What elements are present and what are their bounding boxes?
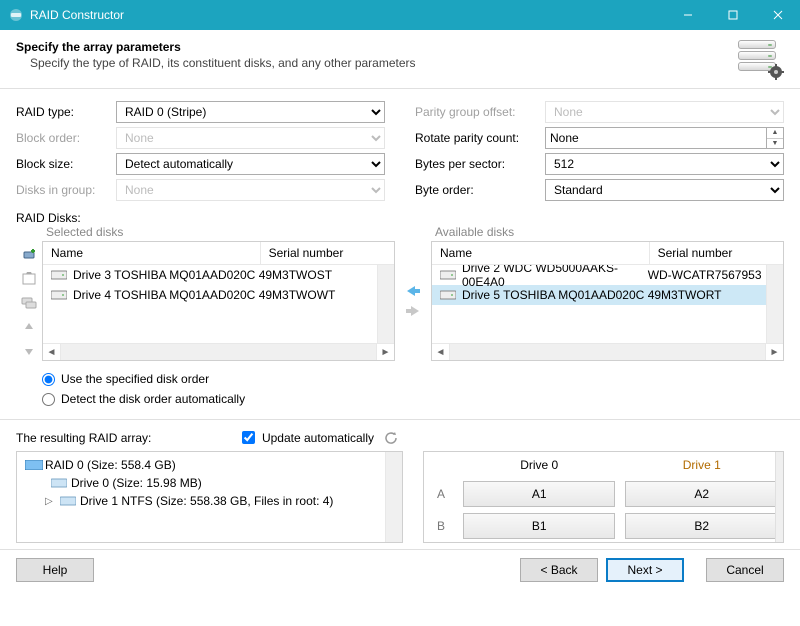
map-cell[interactable]: B2 [625, 513, 778, 539]
page-subtitle: Specify the type of RAID, its constituen… [30, 56, 738, 70]
disk-icon [51, 270, 67, 280]
move-down-button[interactable] [19, 341, 39, 361]
rotate-parity-spinner[interactable]: ▲▼ [767, 127, 784, 149]
parity-offset-label: Parity group offset: [415, 105, 545, 119]
result-tree[interactable]: RAID 0 (Size: 558.4 GB) Drive 0 (Size: 1… [16, 451, 403, 543]
back-button[interactable]: < Back [520, 558, 598, 582]
available-row[interactable]: Drive 2 WDC WD5000AAKS-00E4A0 WD-WCATR75… [432, 265, 783, 285]
page-title: Specify the array parameters [16, 40, 738, 54]
available-hscroll[interactable]: ◄► [432, 343, 783, 360]
maximize-button[interactable] [710, 0, 755, 30]
available-vscroll[interactable] [766, 265, 783, 343]
selected-disks-list[interactable]: Name Serial number Drive 3 TOSHIBA MQ01A… [42, 241, 395, 361]
close-button[interactable] [755, 0, 800, 30]
available-header-name[interactable]: Name [432, 242, 650, 264]
block-order-select: None [116, 127, 385, 149]
byte-order-select[interactable]: Standard [545, 179, 784, 201]
move-left-button[interactable] [403, 284, 423, 298]
remove-disk-button[interactable] [19, 269, 39, 289]
map-cell[interactable]: B1 [463, 513, 616, 539]
block-order-row: Block order: None [16, 125, 385, 151]
block-size-select[interactable]: Detect automatically [116, 153, 385, 175]
wizard-header: Specify the array parameters Specify the… [0, 30, 800, 89]
map-vscroll[interactable] [775, 452, 783, 542]
cancel-button[interactable]: Cancel [706, 558, 784, 582]
block-order-label: Block order: [16, 131, 116, 145]
selected-disks-label: Selected disks [46, 225, 395, 239]
help-button[interactable]: Help [16, 558, 94, 582]
rotate-parity-row: Rotate parity count: ▲▼ [415, 125, 784, 151]
header-image [738, 40, 780, 78]
app-icon [8, 7, 24, 23]
titlebar: RAID Constructor [0, 0, 800, 30]
map-cell[interactable]: A1 [463, 481, 616, 507]
raid-type-label: RAID type: [16, 105, 116, 119]
selected-disks-toolbar [16, 241, 42, 361]
next-button[interactable]: Next > [606, 558, 684, 582]
rotate-parity-label: Rotate parity count: [415, 131, 545, 145]
disk-icon [440, 270, 456, 280]
expand-caret[interactable]: ▷ [45, 496, 56, 507]
update-auto-checkbox[interactable]: Update automatically [238, 428, 374, 447]
disk-icon [51, 290, 67, 300]
block-size-label: Block size: [16, 157, 116, 171]
byte-order-label: Byte order: [415, 183, 545, 197]
refresh-button[interactable] [382, 429, 400, 447]
raid-type-row: RAID type: RAID 0 (Stripe) [16, 99, 385, 125]
disk-icon [440, 290, 456, 300]
block-size-row: Block size: Detect automatically [16, 151, 385, 177]
use-specified-order-radio[interactable]: Use the specified disk order [42, 369, 784, 389]
map-header-drive0: Drive 0 [458, 452, 621, 478]
disks-in-group-select: None [116, 179, 385, 201]
disks-in-group-label: Disks in group: [16, 183, 116, 197]
move-up-button[interactable] [19, 317, 39, 337]
available-disks-label: Available disks [435, 225, 784, 239]
raid-type-select[interactable]: RAID 0 (Stripe) [116, 101, 385, 123]
detect-order-radio[interactable]: Detect the disk order automatically [42, 389, 784, 409]
selected-vscroll[interactable] [377, 265, 394, 343]
wizard-footer: Help < Back Next > Cancel [0, 549, 800, 590]
copy-disk-button[interactable] [19, 293, 39, 313]
byte-order-row: Byte order: Standard [415, 177, 784, 203]
tree-vscroll[interactable] [385, 452, 402, 542]
selected-hscroll[interactable]: ◄► [43, 343, 394, 360]
selected-header-serial[interactable]: Serial number [261, 242, 394, 264]
result-map: Drive 0Drive 1 AA1A2 BB1B2 [423, 451, 784, 543]
selected-row[interactable]: Drive 3 TOSHIBA MQ01AAD020C 49M3TWOST [43, 265, 394, 285]
available-row[interactable]: Drive 5 TOSHIBA MQ01AAD020C 49M3TWORT [432, 285, 783, 305]
add-disk-button[interactable] [19, 245, 39, 265]
window-title: RAID Constructor [30, 8, 665, 22]
bytes-per-sector-label: Bytes per sector: [415, 157, 545, 171]
bytes-per-sector-row: Bytes per sector: 512 [415, 151, 784, 177]
selected-row[interactable]: Drive 4 TOSHIBA MQ01AAD020C 49M3TWOWT [43, 285, 394, 305]
rotate-parity-input[interactable] [545, 127, 767, 149]
map-cell[interactable]: A2 [625, 481, 778, 507]
minimize-button[interactable] [665, 0, 710, 30]
parity-offset-row: Parity group offset: None [415, 99, 784, 125]
selected-header-name[interactable]: Name [43, 242, 261, 264]
available-header-serial[interactable]: Serial number [650, 242, 783, 264]
map-header-drive1: Drive 1 [620, 452, 783, 478]
parity-offset-select: None [545, 101, 784, 123]
raid-disks-label: RAID Disks: [16, 211, 784, 225]
resulting-array-label: The resulting RAID array: [16, 431, 151, 445]
bytes-per-sector-select[interactable]: 512 [545, 153, 784, 175]
available-disks-list[interactable]: Name Serial number Drive 2 WDC WD5000AAK… [431, 241, 784, 361]
move-right-button[interactable] [403, 304, 423, 318]
disks-in-group-row: Disks in group: None [16, 177, 385, 203]
